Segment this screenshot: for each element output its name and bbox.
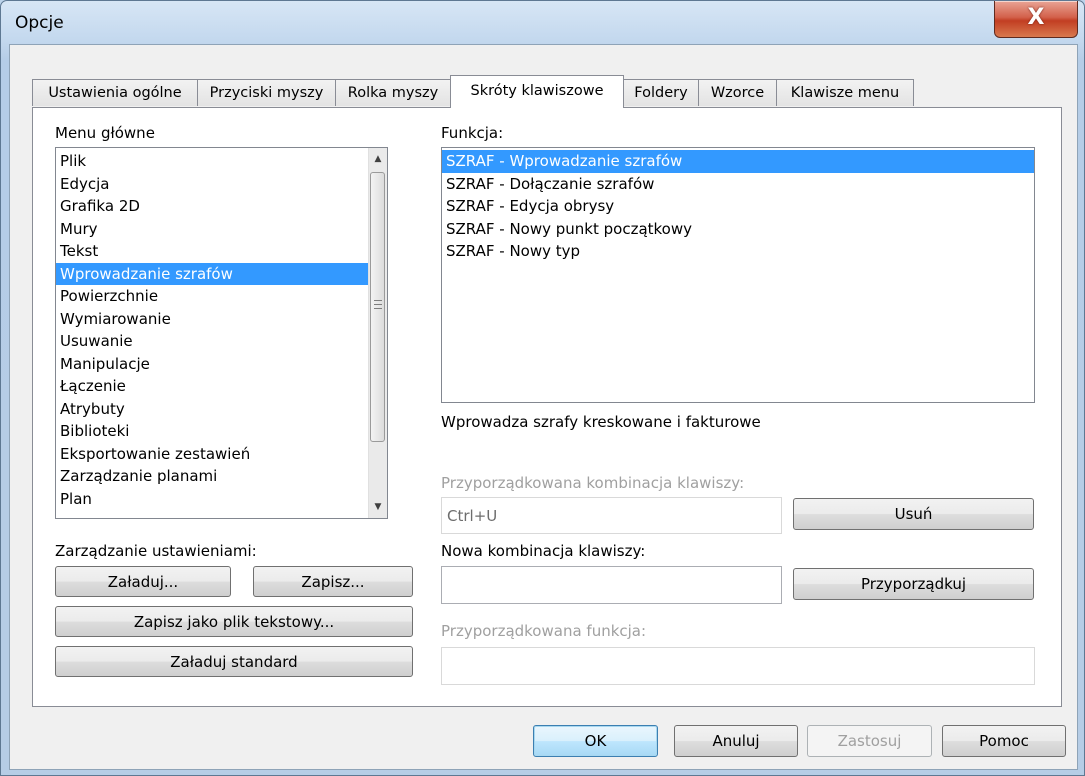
menu-list-item[interactable]: Usuwanie (56, 330, 387, 353)
cancel-button[interactable]: Anuluj (674, 725, 798, 757)
new-combo-field[interactable] (441, 566, 782, 604)
menu-list-item[interactable]: Atrybuty (56, 398, 387, 421)
menu-list-item[interactable]: Biblioteki (56, 420, 387, 443)
menu-list-item[interactable]: Łączenie (56, 375, 387, 398)
load-standard-button[interactable]: Załaduj standard (55, 646, 413, 677)
assigned-function-label: Przyporządkowana funkcja: (441, 622, 647, 640)
tab-menu-keys[interactable]: Klawisze menu (776, 79, 914, 106)
save-as-text-button[interactable]: Zapisz jako plik tekstowy... (55, 606, 413, 637)
dialog-title: Opcje (15, 13, 64, 33)
function-list[interactable]: SZRAF - Wprowadzanie szrafów SZRAF - Dołą… (441, 147, 1035, 403)
title-bar[interactable]: Opcje X (1, 1, 1084, 41)
options-dialog: Opcje X Ustawienia ogólne Przyciski mysz… (0, 0, 1085, 776)
remove-button[interactable]: Usuń (793, 498, 1034, 530)
settings-management-label: Zarządzanie ustawieniami: (55, 542, 257, 560)
function-list-item[interactable]: SZRAF - Wprowadzanie szrafów (442, 150, 1034, 173)
scrollbar-thumb[interactable] (370, 172, 385, 442)
main-menu-scrollbar[interactable]: ▲ ▼ (368, 148, 387, 518)
menu-list-item[interactable]: Mury (56, 218, 387, 241)
menu-list-item[interactable]: Plik (56, 150, 387, 173)
menu-list-item[interactable]: Grafika 2D (56, 195, 387, 218)
tab-keyboard-shortcuts[interactable]: Skróty klawiszowe (450, 75, 624, 108)
grip-icon (374, 300, 382, 309)
function-description: Wprowadza szrafy kreskowane i fakturowe (441, 413, 761, 431)
tab-folders[interactable]: Foldery (623, 79, 699, 106)
help-button[interactable]: Pomoc (942, 725, 1066, 757)
function-list-item[interactable]: SZRAF - Edycja obrysy (442, 195, 1034, 218)
dialog-client-area: Ustawienia ogólne Przyciski myszy Rolka … (9, 44, 1078, 770)
assigned-function-field[interactable] (441, 647, 1035, 685)
close-icon: X (1027, 5, 1045, 30)
menu-list-item[interactable]: Edycja (56, 173, 387, 196)
main-menu-label: Menu główne (55, 124, 155, 142)
tab-mouse-buttons[interactable]: Przyciski myszy (197, 79, 336, 106)
function-list-item[interactable]: SZRAF - Nowy punkt początkowy (442, 218, 1034, 241)
tab-mouse-wheel[interactable]: Rolka myszy (335, 79, 451, 106)
scroll-up-arrow-icon[interactable]: ▲ (369, 150, 387, 168)
menu-list-item[interactable]: Plan (56, 488, 387, 511)
menu-list-item[interactable]: Zarządzanie planami (56, 465, 387, 488)
menu-list-item[interactable]: Eksportowanie zestawień (56, 443, 387, 466)
close-button[interactable]: X (994, 1, 1078, 38)
menu-list-item[interactable]: Tekst (56, 240, 387, 263)
assigned-combo-field[interactable] (441, 497, 782, 534)
menu-list-item[interactable]: Manipulacje (56, 353, 387, 376)
function-list-item[interactable]: SZRAF - Nowy typ (442, 240, 1034, 263)
new-combo-label: Nowa kombinacja klawiszy: (441, 542, 646, 560)
load-button[interactable]: Załaduj... (55, 566, 231, 597)
shortcuts-panel: Menu główne Plik Edycja Grafika 2D Mury Teks… (32, 107, 1062, 707)
save-button[interactable]: Zapisz... (253, 566, 413, 597)
menu-list-item[interactable]: Wprowadzanie szrafów (56, 262, 387, 285)
menu-list-item[interactable]: Powierzchnie (56, 285, 387, 308)
function-label: Funkcja: (441, 124, 504, 142)
tab-general-settings[interactable]: Ustawienia ogólne (32, 79, 198, 106)
function-list-item[interactable]: SZRAF - Dołączanie szrafów (442, 173, 1034, 196)
assign-button[interactable]: Przyporządkuj (793, 568, 1034, 600)
menu-list-item[interactable]: Wymiarowanie (56, 308, 387, 331)
main-menu-list[interactable]: Plik Edycja Grafika 2D Mury Tekst Wprowadzani… (55, 147, 388, 519)
scroll-down-arrow-icon[interactable]: ▼ (369, 498, 387, 516)
assigned-combo-label: Przyporządkowana kombinacja klawiszy: (441, 474, 745, 492)
apply-button[interactable]: Zastosuj (807, 725, 932, 757)
tab-patterns[interactable]: Wzorce (698, 79, 777, 106)
ok-button[interactable]: OK (533, 725, 658, 757)
